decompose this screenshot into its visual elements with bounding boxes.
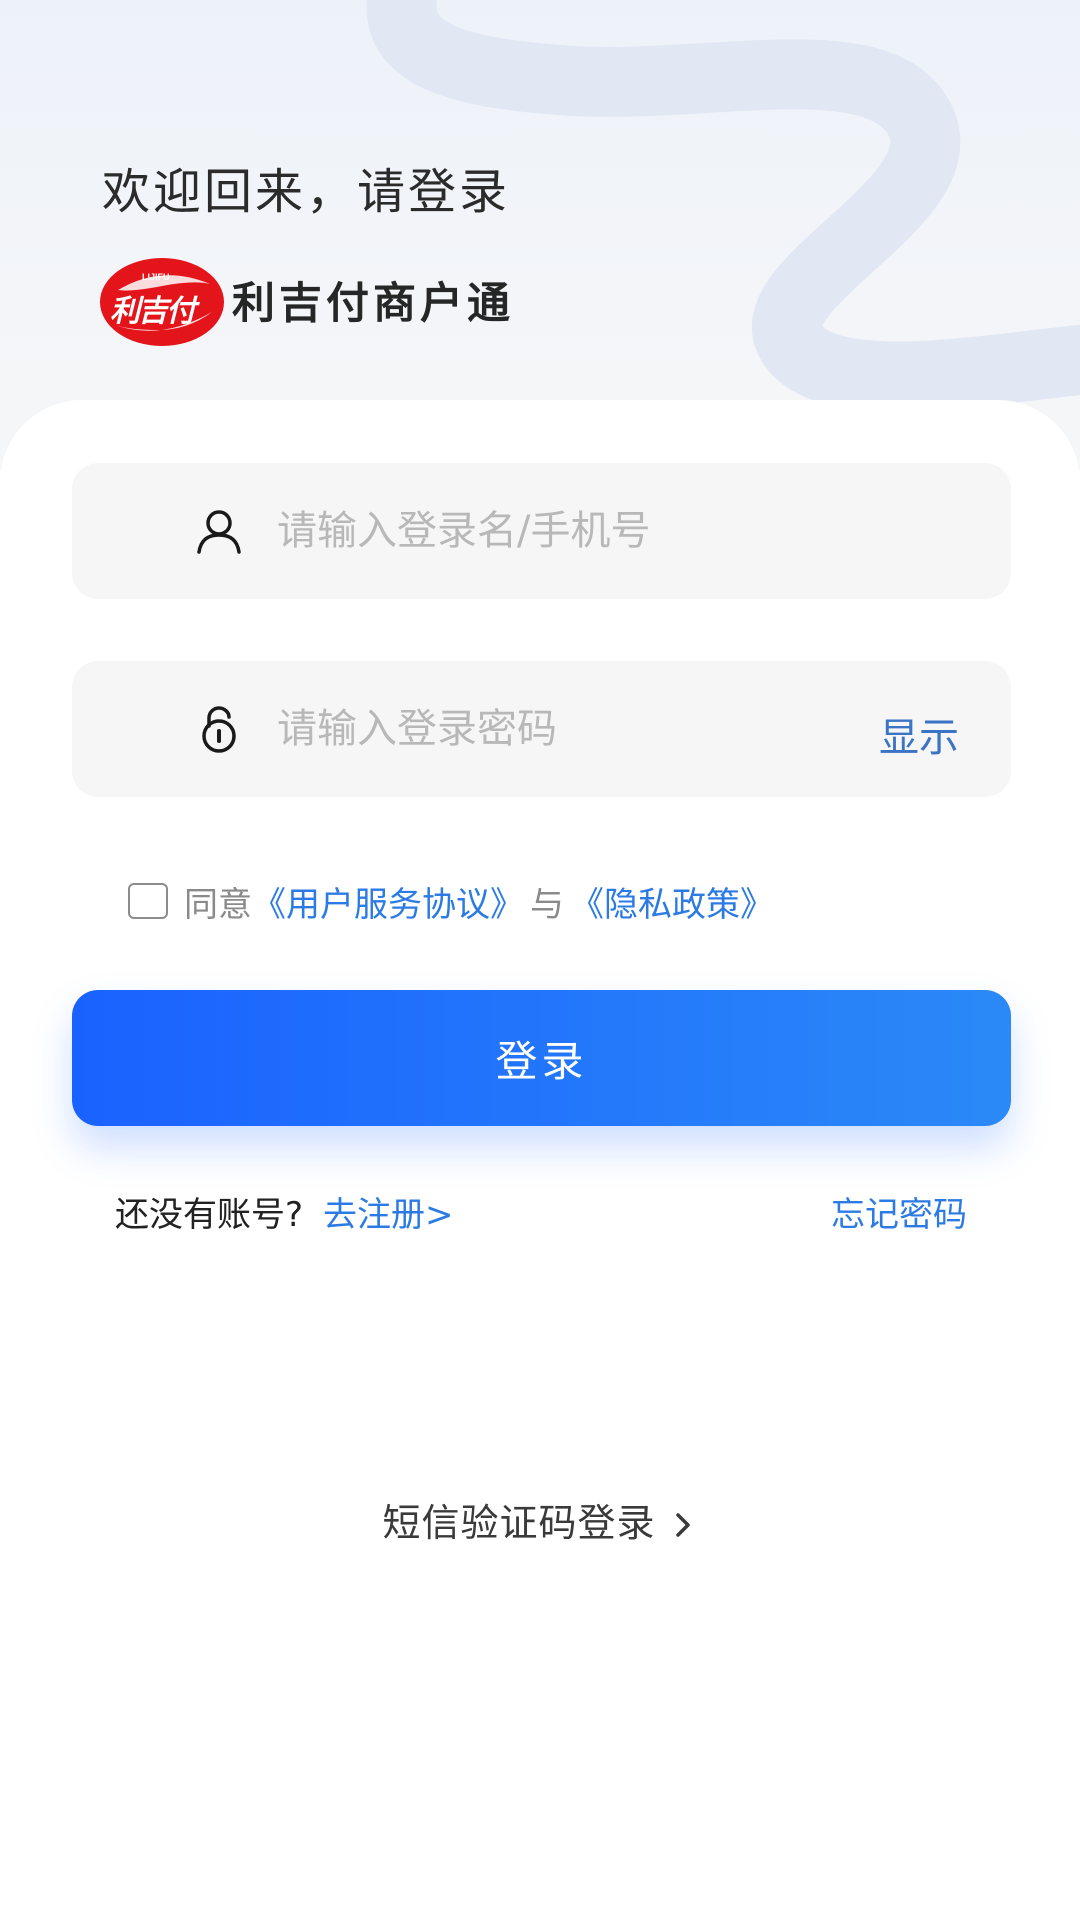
forgot-password-link[interactable]: 忘记密码 — [831, 1187, 967, 1236]
password-input[interactable] — [277, 661, 811, 797]
agreement-checkbox[interactable] — [128, 883, 168, 919]
username-field-container[interactable] — [72, 463, 1011, 599]
brand-logo: LIJIFU 利吉付 利吉付商户通 — [98, 250, 514, 350]
sms-login-link[interactable]: 短信验证码登录 — [0, 1492, 1080, 1547]
lock-icon — [194, 704, 244, 754]
username-input[interactable] — [277, 463, 971, 599]
logo-badge: LIJIFU 利吉付 — [98, 250, 226, 350]
show-password-toggle[interactable]: 显示 — [879, 705, 959, 763]
login-button[interactable]: 登录 — [72, 990, 1011, 1126]
chevron-right-icon — [668, 1505, 698, 1537]
no-account-prompt: 还没有账号? — [115, 1195, 304, 1235]
logo-badge-text: 利吉付 — [110, 294, 196, 329]
agreement-joiner: 与 — [530, 884, 564, 925]
terms-link[interactable]: 《用户服务协议》 — [252, 877, 524, 926]
privacy-link[interactable]: 《隐私政策》 — [570, 877, 774, 926]
app-name: 利吉付商户通 — [232, 279, 514, 329]
register-row: 还没有账号? 去注册> — [115, 1187, 454, 1236]
sms-login-label: 短信验证码登录 — [382, 1501, 656, 1545]
register-link[interactable]: 去注册> — [323, 1187, 454, 1236]
password-field-container[interactable]: 显示 — [72, 661, 1011, 797]
agreement-prefix: 同意 — [184, 884, 252, 925]
agreement-row: 同意 《用户服务协议》 与 《隐私政策》 — [128, 877, 774, 925]
logo-badge-subtext: LIJIFU — [142, 272, 170, 282]
login-card — [0, 400, 1080, 1920]
welcome-title: 欢迎回来，请登录 — [102, 164, 511, 220]
user-icon — [194, 506, 244, 556]
